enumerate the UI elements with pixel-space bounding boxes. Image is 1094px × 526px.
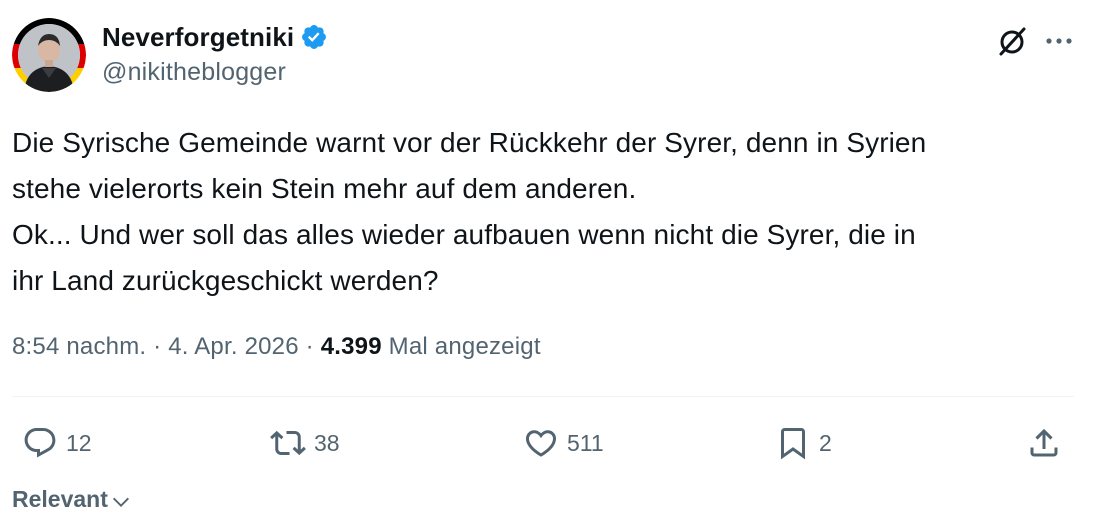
tweet-line: ihr Land zurückgeschickt werden?: [12, 265, 439, 296]
tweet-header: Neverforgetniki @nikitheblogger: [12, 14, 1074, 94]
tweet-date[interactable]: 4. Apr. 2026: [168, 333, 299, 360]
tweet-line: Ok... Und wer soll das alles wieder aufb…: [12, 219, 916, 250]
tweet-time[interactable]: 8:54 nachm.: [12, 333, 146, 360]
tweet-line: Die Syrische Gemeinde warnt vor der Rück…: [12, 127, 927, 158]
share-icon: [1030, 428, 1058, 457]
chevron-down-icon: [112, 497, 129, 507]
avatar[interactable]: [12, 18, 86, 92]
grok-icon[interactable]: [996, 24, 1030, 58]
like-button[interactable]: 511: [523, 420, 604, 466]
meta-separator: ·: [153, 333, 162, 360]
more-icon[interactable]: [1044, 26, 1074, 56]
sort-dropdown[interactable]: Relevant: [12, 486, 132, 513]
meta-separator: ·: [305, 333, 314, 360]
heart-icon: [525, 430, 557, 457]
reply-button[interactable]: 12: [22, 420, 92, 466]
views-label: Mal angezeigt: [388, 333, 541, 360]
verified-badge-icon[interactable]: [300, 23, 328, 51]
like-count: 511: [567, 429, 604, 456]
avatar-photo: [12, 18, 86, 92]
sort-label: Relevant: [12, 486, 108, 512]
share-button[interactable]: [1026, 420, 1062, 466]
divider: [12, 396, 1074, 397]
repost-count: 38: [314, 429, 340, 456]
bookmark-icon: [781, 428, 805, 460]
bookmark-button[interactable]: 2: [775, 420, 832, 466]
tweet-text: Die Syrische Gemeinde warnt vor der Rück…: [12, 120, 1072, 304]
views-count: 4.399: [320, 333, 382, 360]
reply-icon: [24, 428, 56, 458]
display-name-row: Neverforgetniki: [102, 20, 328, 54]
tweet-meta: 8:54 nachm. · 4. Apr. 2026 · 4.399 Mal a…: [12, 333, 541, 361]
author-block: Neverforgetniki @nikitheblogger: [102, 20, 328, 87]
reply-count: 12: [66, 429, 92, 456]
action-bar: 12 38 511 2: [0, 420, 1094, 466]
tweet-line: stehe vielerorts kein Stein mehr auf dem…: [12, 173, 637, 204]
bookmark-count: 2: [819, 429, 832, 456]
repost-button[interactable]: 38: [270, 420, 340, 466]
display-name[interactable]: Neverforgetniki: [102, 22, 294, 53]
author-handle[interactable]: @nikitheblogger: [102, 58, 328, 87]
repost-icon: [270, 430, 306, 456]
